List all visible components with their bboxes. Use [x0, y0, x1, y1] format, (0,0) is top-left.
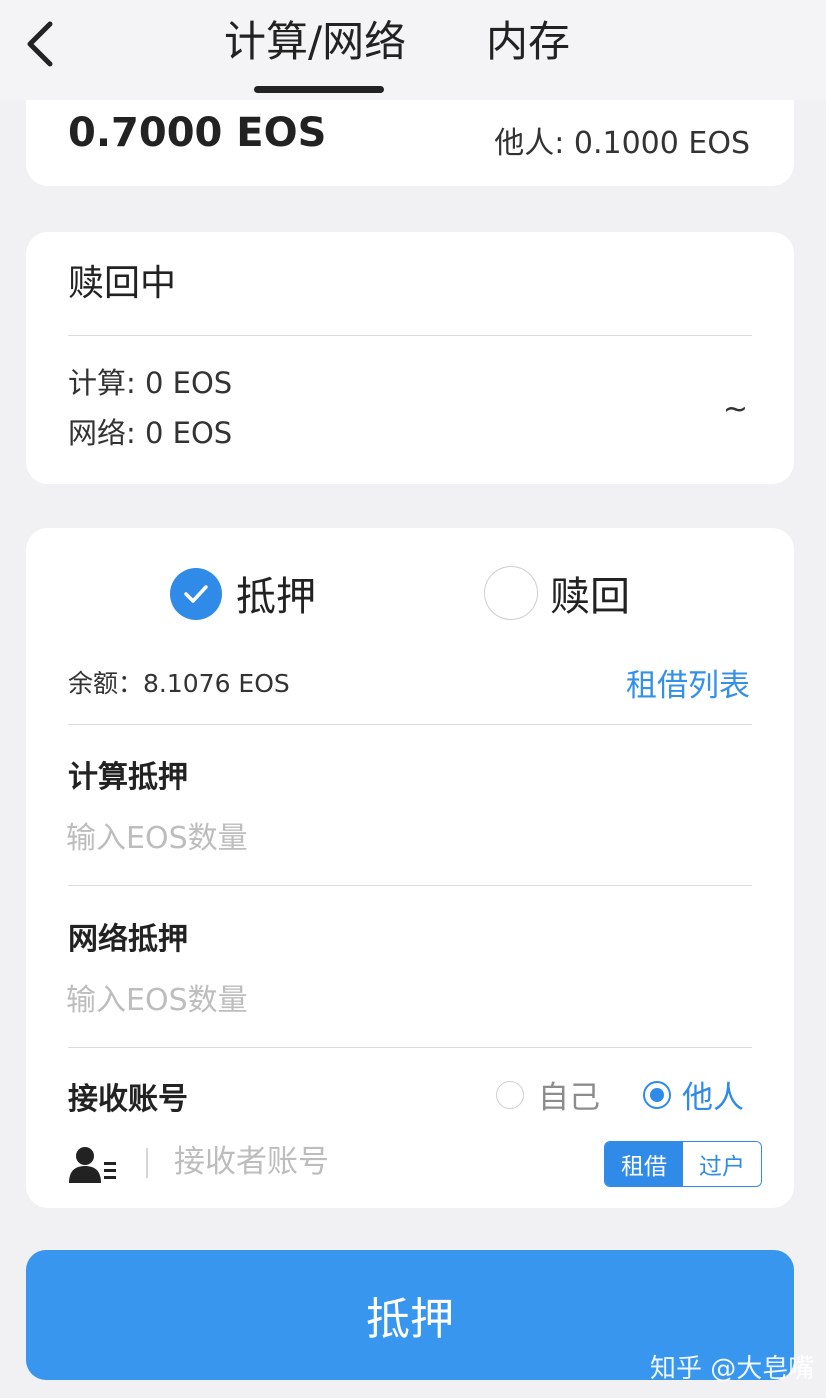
- receiver-self-label[interactable]: 自己: [538, 1072, 600, 1117]
- tab-cpu-net[interactable]: 计算/网络: [224, 14, 406, 70]
- divider: [68, 885, 752, 886]
- stake-form-card: 抵押 赎回 余额：8.1076 EOS 租借列表 计算抵押 网络抵押 接收账号 …: [26, 528, 794, 1208]
- contact-book-icon[interactable]: [68, 1146, 118, 1184]
- divider: [68, 1047, 752, 1048]
- receiver-other-label[interactable]: 他人: [682, 1072, 744, 1117]
- top-nav: 计算/网络 内存: [0, 0, 826, 100]
- receiver-self-radio[interactable]: [496, 1081, 524, 1109]
- cpu-stake-input[interactable]: [66, 816, 466, 860]
- net-stake-input[interactable]: [66, 978, 466, 1022]
- redeem-mode-label[interactable]: 赎回: [550, 564, 630, 622]
- receiver-other-radio[interactable]: [643, 1081, 671, 1109]
- staked-amount: 0.7000 EOS: [68, 110, 327, 156]
- stake-mode-label[interactable]: 抵押: [236, 564, 316, 622]
- lease-list-link[interactable]: 租借列表: [626, 660, 750, 705]
- lease-transfer-toggle[interactable]: 租借 过户: [604, 1141, 762, 1187]
- divider: [68, 724, 752, 725]
- redeeming-card[interactable]: 赎回中 计算: 0 EOS 网络: 0 EOS ~: [26, 232, 794, 484]
- tab-memory[interactable]: 内存: [486, 14, 570, 70]
- redeeming-cpu: 计算: 0 EOS: [68, 366, 233, 400]
- net-stake-label: 网络抵押: [68, 922, 188, 957]
- receiver-account-input[interactable]: [174, 1140, 574, 1184]
- redeeming-net: 网络: 0 EOS: [68, 416, 233, 450]
- divider: [68, 335, 752, 336]
- back-chevron-icon[interactable]: [20, 18, 64, 70]
- separator: [146, 1148, 148, 1178]
- seg-transfer-option[interactable]: 过户: [683, 1142, 761, 1186]
- receiver-label: 接收账号: [68, 1082, 188, 1117]
- cpu-stake-label: 计算抵押: [68, 760, 188, 795]
- redeem-radio-unchecked[interactable]: [484, 566, 538, 620]
- expand-icon[interactable]: ~: [723, 392, 748, 427]
- checkmark-icon: [184, 585, 208, 603]
- redeeming-title: 赎回中: [68, 263, 177, 304]
- stake-radio-checked[interactable]: [170, 568, 222, 620]
- active-tab-indicator: [254, 86, 384, 93]
- watermark: 知乎 @大皂嘴: [650, 1354, 815, 1384]
- seg-lease-option[interactable]: 租借: [605, 1142, 683, 1186]
- balance-text: 余额：8.1076 EOS: [68, 669, 290, 698]
- staked-by-others: 他人: 0.1000 EOS: [494, 126, 750, 161]
